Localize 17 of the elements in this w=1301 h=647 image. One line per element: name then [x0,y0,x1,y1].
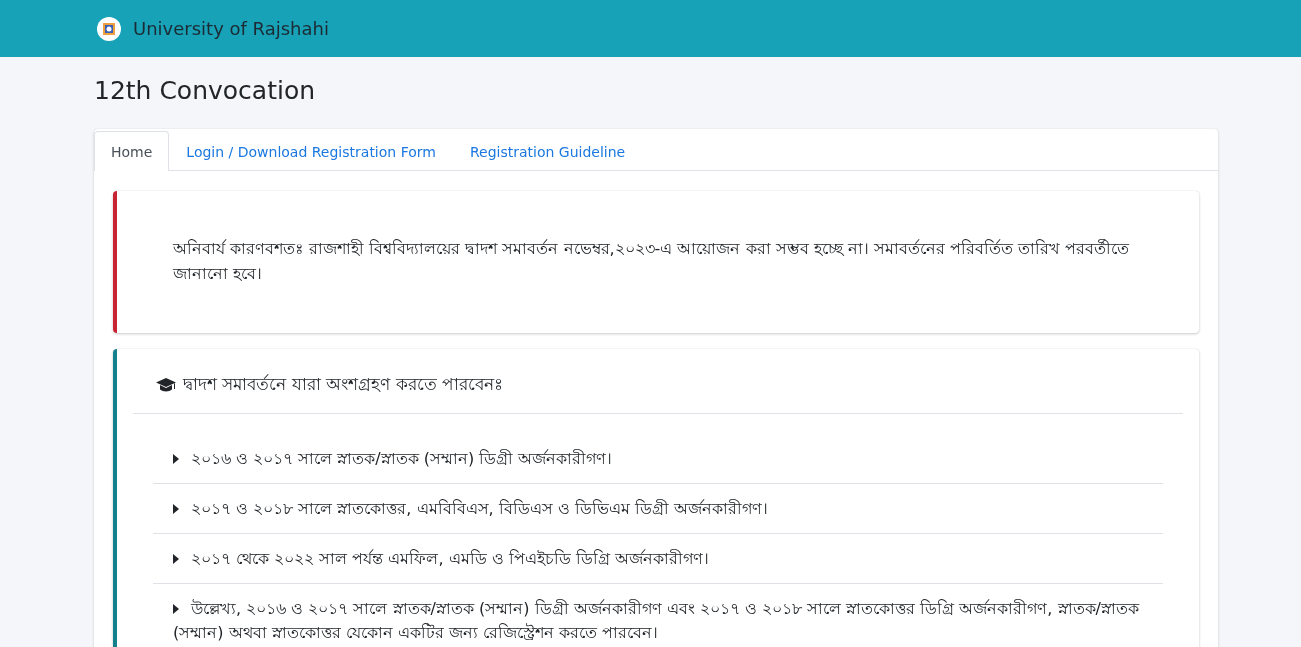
caret-icon [173,554,179,564]
graduation-cap-icon [155,377,177,393]
university-logo-icon [97,16,121,41]
eligibility-item: ২০১৬ ও ২০১৭ সালে স্নাতক/স্নাতক (সম্মান) ডিগ্রী অর্জনকারীগণ। [153,434,1163,484]
page-title: 12th Convocation [94,75,317,107]
caret-icon [173,604,179,614]
caret-icon [173,504,179,514]
eligibility-item: উল্লেখ্য, ২০১৬ ও ২০১৭ সালে স্নাতক/স্নাতক (সম্মান) ডিগ্রী অর্জনকারীগণ এবং ২০১৭ ও ২০১৮ সালে স্নাতকোত্তর ডিগ্রি অর্জনকারীগণ, স্নাতক/স্নাতক (সম্মান) অথবা স্নাতকোত্তর যেকোন একটির জন্য রেজিস্ট্রেশন করতে পারবেন। [172,598,1141,644]
eligibility-heading: দ্বাদশ সমাবর্তনে যারা অংশগ্রহণ করতে পারবেনঃ [183,373,504,396]
tab[interactable]: Home [94,131,170,171]
caret-icon [173,454,179,464]
notice-text: অনিবার্য কারণবশতঃ রাজশাহী বিশ্ববিদ্যালয়ের দ্বাদশ সমাবর্তন নভেম্বর,২০২৩-এ আয়োজন করা সম্ভব হচ্ছে না। সমাবর্তনের পরিবর্তিত তারিখ পরবর্তীতে জানানো হবে। [113,191,1199,333]
eligibility-item: ২০১৭ ও ২০১৮ সালে স্নাতকোত্তর, এমবিবিএস, বিডিএস ও ডিভিএম ডিগ্রী অর্জনকারীগণ। [153,484,1163,534]
tab[interactable]: Login / Download Registration Form [169,131,453,171]
eligibility-item: ২০১৭ থেকে ২০২২ সাল পর্যন্ত এমফিল, এমডি ও পিএইচডি ডিগ্রি অর্জনকারীগণ। [153,534,1163,584]
brand-name[interactable]: University of Rajshahi [133,18,329,39]
tab[interactable]: Registration Guideline [452,131,643,171]
